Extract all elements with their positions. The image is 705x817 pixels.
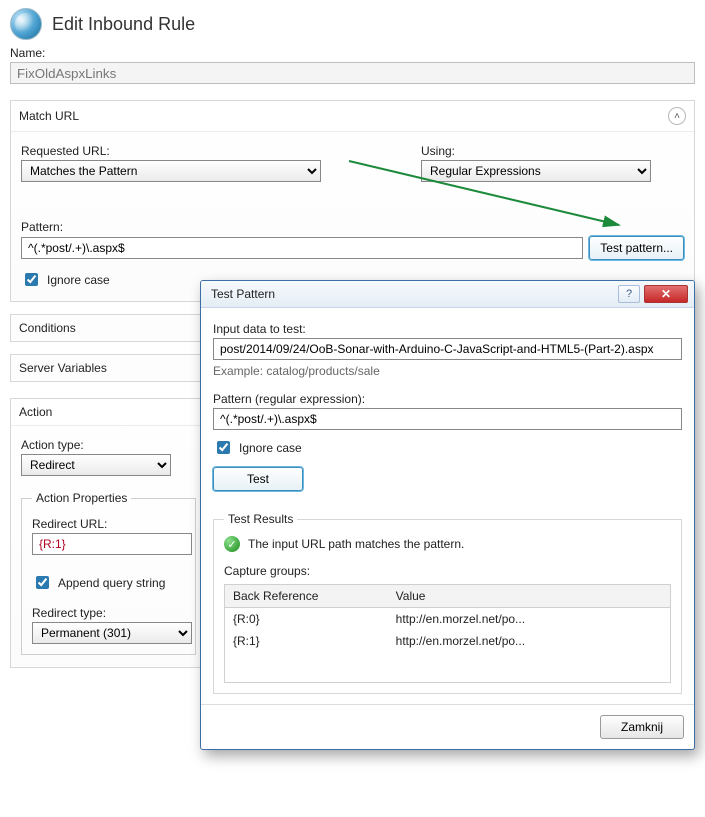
pattern-label: Pattern:: [21, 220, 684, 234]
close-icon[interactable]: ✕: [644, 285, 688, 303]
requested-url-label: Requested URL:: [21, 144, 321, 158]
globe-icon: [10, 8, 42, 40]
dialog-pattern-label: Pattern (regular expression):: [213, 392, 682, 406]
page-header: Edit Inbound Rule: [10, 8, 695, 40]
using-label: Using:: [421, 144, 651, 158]
col-header-val: Value: [388, 585, 621, 608]
capture-groups-table: Back Reference Value {R:0} http://en.mor…: [224, 584, 671, 683]
success-icon: ✓: [224, 536, 240, 552]
ignore-case-checkbox[interactable]: [25, 273, 38, 286]
match-result-text: The input URL path matches the pattern.: [248, 537, 464, 551]
action-type-label: Action type:: [21, 438, 196, 452]
page-title: Edit Inbound Rule: [52, 14, 195, 35]
action-properties-legend: Action Properties: [32, 491, 131, 505]
action-title: Action: [19, 405, 52, 419]
pattern-input[interactable]: [21, 237, 583, 259]
append-query-label: Append query string: [58, 576, 165, 590]
dialog-pattern-input[interactable]: [213, 408, 682, 430]
append-query-checkbox[interactable]: [36, 576, 49, 589]
dialog-test-button[interactable]: Test: [213, 467, 303, 491]
table-row[interactable]: {R:1} http://en.morzel.net/po...: [225, 630, 671, 652]
using-select[interactable]: Regular Expressions: [421, 160, 651, 182]
example-text: Example: catalog/products/sale: [213, 364, 682, 378]
match-url-panel: Match URL ˄ Requested URL: Matches the P…: [10, 100, 695, 302]
col-header-ref: Back Reference: [225, 585, 388, 608]
name-input[interactable]: [10, 62, 695, 84]
close-button[interactable]: Zamknij: [600, 715, 684, 739]
conditions-title: Conditions: [19, 321, 76, 335]
dialog-ignore-case-label: Ignore case: [239, 441, 302, 455]
match-url-title: Match URL: [19, 109, 79, 123]
dialog-ignore-case-checkbox[interactable]: [217, 441, 230, 454]
redirect-type-label: Redirect type:: [32, 606, 185, 620]
action-type-select[interactable]: Redirect: [21, 454, 171, 476]
redirect-type-select[interactable]: Permanent (301): [32, 622, 192, 644]
test-pattern-button[interactable]: Test pattern...: [589, 236, 684, 260]
input-data-field[interactable]: [213, 338, 682, 360]
capture-groups-label: Capture groups:: [224, 564, 671, 578]
server-variables-title: Server Variables: [19, 361, 107, 375]
input-data-label: Input data to test:: [213, 322, 682, 336]
ignore-case-label: Ignore case: [47, 273, 110, 287]
redirect-url-label: Redirect URL:: [32, 517, 185, 531]
table-row[interactable]: {R:0} http://en.morzel.net/po...: [225, 608, 671, 631]
test-results-legend: Test Results: [224, 512, 297, 526]
help-button[interactable]: ?: [618, 285, 640, 303]
collapse-icon[interactable]: ˄: [668, 107, 686, 125]
requested-url-select[interactable]: Matches the Pattern: [21, 160, 321, 182]
name-label: Name:: [10, 46, 695, 60]
redirect-url-input[interactable]: [32, 533, 192, 555]
test-pattern-dialog: Test Pattern ? ✕ Input data to test: Exa…: [200, 280, 695, 750]
dialog-title: Test Pattern: [211, 287, 275, 301]
